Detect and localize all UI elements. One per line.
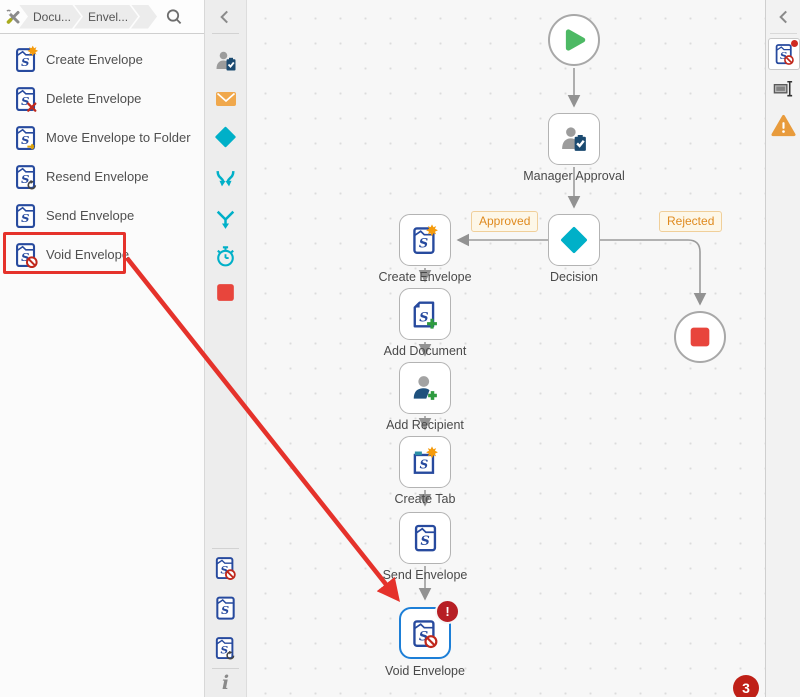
chevron-left-icon [779, 10, 787, 24]
breadcrumb-item-envelopes[interactable]: Envel... [74, 5, 138, 29]
info-button[interactable]: i [205, 672, 246, 694]
breadcrumb-crumbs: Docu... Envel... [26, 5, 157, 29]
divider [212, 668, 239, 669]
collapse-right-panel-button[interactable] [774, 7, 794, 32]
action-item-resend-envelope[interactable]: Resend Envelope [0, 157, 204, 196]
void-envelope-icon [413, 619, 438, 648]
void-envelope-icon [215, 556, 236, 580]
toolbox-decision-button[interactable] [213, 124, 238, 149]
decision-icon [558, 224, 590, 256]
collapse-left-panel-button[interactable] [215, 7, 235, 32]
node-label-add-recipient: Add Recipient [386, 418, 464, 432]
action-label: Resend Envelope [46, 169, 149, 184]
node-label-send-envelope: Send Envelope [382, 568, 468, 582]
node-label-manager-approval: Manager Approval [523, 169, 625, 183]
action-item-send-envelope[interactable]: Send Envelope [0, 196, 204, 235]
timer-icon [213, 244, 238, 269]
node-label-void-envelope: Void Envelope [385, 664, 465, 678]
toolbox-end-button[interactable] [213, 280, 238, 305]
toolbox-timer-button[interactable] [213, 244, 238, 269]
node-send-envelope[interactable] [399, 512, 451, 564]
envelope-send-icon [16, 204, 36, 229]
action-label: Void Envelope [46, 247, 130, 262]
edge-label-approved: Approved [471, 211, 539, 232]
add-document-icon [413, 300, 438, 330]
workflow-canvas[interactable]: Manager Approval Decision Approved Rejec… [247, 0, 765, 697]
chevron-left-icon [220, 10, 228, 24]
node-start[interactable] [548, 14, 600, 66]
toolbox-mail-button[interactable] [213, 86, 238, 111]
action-label: Move Envelope to Folder [46, 130, 191, 145]
node-end[interactable] [674, 311, 726, 363]
envelope-resend-icon [16, 165, 37, 190]
node-void-envelope[interactable]: ! [399, 599, 460, 659]
rail-void-envelope-selected[interactable] [768, 38, 800, 70]
node-label-add-document: Add Document [383, 344, 467, 358]
rename-icon [772, 77, 795, 100]
node-label-create-tab: Create Tab [394, 492, 456, 506]
wrench-screwdriver-icon [6, 9, 20, 24]
add-recipient-icon [410, 373, 440, 403]
divider [770, 33, 797, 34]
envelope-void-icon [16, 243, 38, 269]
create-tab-icon [413, 445, 438, 474]
action-list: Create Envelope Delete Envelope Move Env… [0, 40, 204, 274]
end-icon [213, 280, 238, 305]
action-label: Delete Envelope [46, 91, 142, 106]
search-button[interactable] [165, 8, 183, 26]
action-label: Send Envelope [46, 208, 135, 223]
action-label: Create Envelope [46, 52, 143, 67]
node-decision[interactable] [548, 214, 600, 266]
action-item-move-envelope-to-folder[interactable]: Move Envelope to Folder [0, 118, 204, 157]
toolbox-strip: i [205, 0, 247, 697]
envelope-move-icon [16, 126, 36, 151]
envelope-create-icon [16, 45, 39, 73]
resend-envelope-icon [215, 636, 235, 660]
node-add-document[interactable] [399, 288, 451, 340]
send-envelope-icon [214, 595, 237, 621]
merge-icon [213, 207, 238, 232]
send-envelope-icon [412, 523, 439, 553]
recent-send-envelope-button[interactable] [213, 595, 238, 620]
divider [212, 548, 239, 549]
rail-warning-button[interactable] [771, 113, 796, 138]
search-icon [166, 8, 182, 24]
notification-dot [791, 40, 798, 47]
user-task-icon [214, 49, 238, 73]
rail-rename-button[interactable] [771, 76, 796, 101]
node-add-recipient[interactable] [399, 362, 451, 414]
recent-void-envelope-button[interactable] [213, 555, 238, 580]
envelope-delete-icon [16, 87, 37, 112]
node-label-create-envelope: Create Envelope [378, 270, 472, 284]
actions-panel: Docu... Envel... Create Envelope Delete … [0, 0, 205, 697]
user-task-icon [559, 124, 589, 154]
action-item-delete-envelope[interactable]: Delete Envelope [0, 79, 204, 118]
toolbox-user-task-button[interactable] [213, 48, 238, 73]
node-create-envelope[interactable] [399, 214, 451, 266]
recent-resend-envelope-button[interactable] [213, 635, 238, 660]
start-play-icon [559, 25, 589, 55]
breadcrumb: Docu... Envel... [0, 0, 204, 34]
right-rail [765, 0, 800, 697]
action-item-void-envelope[interactable]: Void Envelope [0, 235, 204, 274]
warning-icon [771, 113, 796, 138]
toolbox-merge-button[interactable] [213, 207, 238, 232]
edge-label-rejected: Rejected [659, 211, 723, 232]
split-icon [213, 167, 238, 192]
error-badge: ! [435, 599, 460, 624]
end-stop-icon [686, 323, 714, 351]
node-label-decision: Decision [550, 270, 598, 284]
mail-icon [214, 87, 238, 111]
node-manager-approval[interactable] [548, 113, 600, 165]
decision-icon [213, 124, 238, 150]
breadcrumb-item-documents[interactable]: Docu... [19, 5, 81, 29]
envelope-create-icon [413, 223, 438, 254]
node-create-tab[interactable] [399, 436, 451, 488]
action-item-create-envelope[interactable]: Create Envelope [0, 40, 204, 79]
toolbox-split-button[interactable] [213, 167, 238, 192]
divider [212, 33, 239, 34]
notification-badge[interactable]: 3 [733, 675, 759, 697]
